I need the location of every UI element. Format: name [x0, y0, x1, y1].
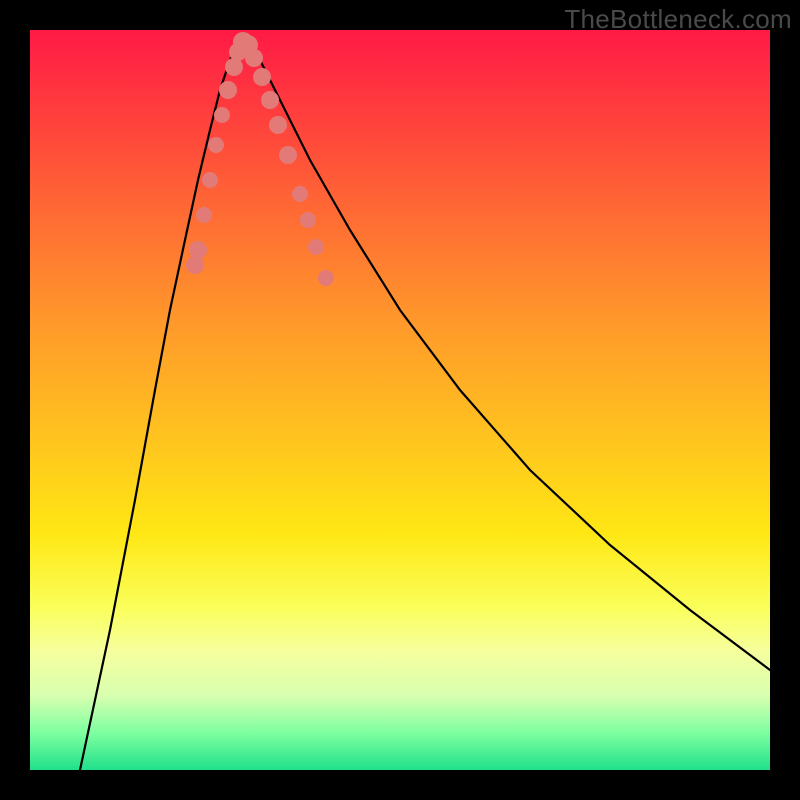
marker-dot — [202, 172, 218, 188]
marker-dot — [245, 49, 263, 67]
marker-dot — [261, 91, 279, 109]
marker-dot — [219, 81, 237, 99]
marker-dot — [308, 239, 324, 255]
marker-dot — [253, 68, 271, 86]
curve-layer — [30, 30, 770, 770]
marker-group — [186, 32, 334, 286]
marker-dot — [300, 212, 316, 228]
marker-dot — [292, 186, 308, 202]
marker-dot — [196, 207, 212, 223]
plot-area — [30, 30, 770, 770]
outer-frame: TheBottleneck.com — [0, 0, 800, 800]
marker-dot — [186, 256, 204, 274]
marker-dot — [269, 116, 287, 134]
curve-right — [243, 35, 770, 670]
marker-dot — [189, 241, 207, 259]
marker-dot — [279, 146, 297, 164]
marker-dot — [318, 270, 334, 286]
marker-dot — [208, 137, 224, 153]
marker-dot — [214, 107, 230, 123]
